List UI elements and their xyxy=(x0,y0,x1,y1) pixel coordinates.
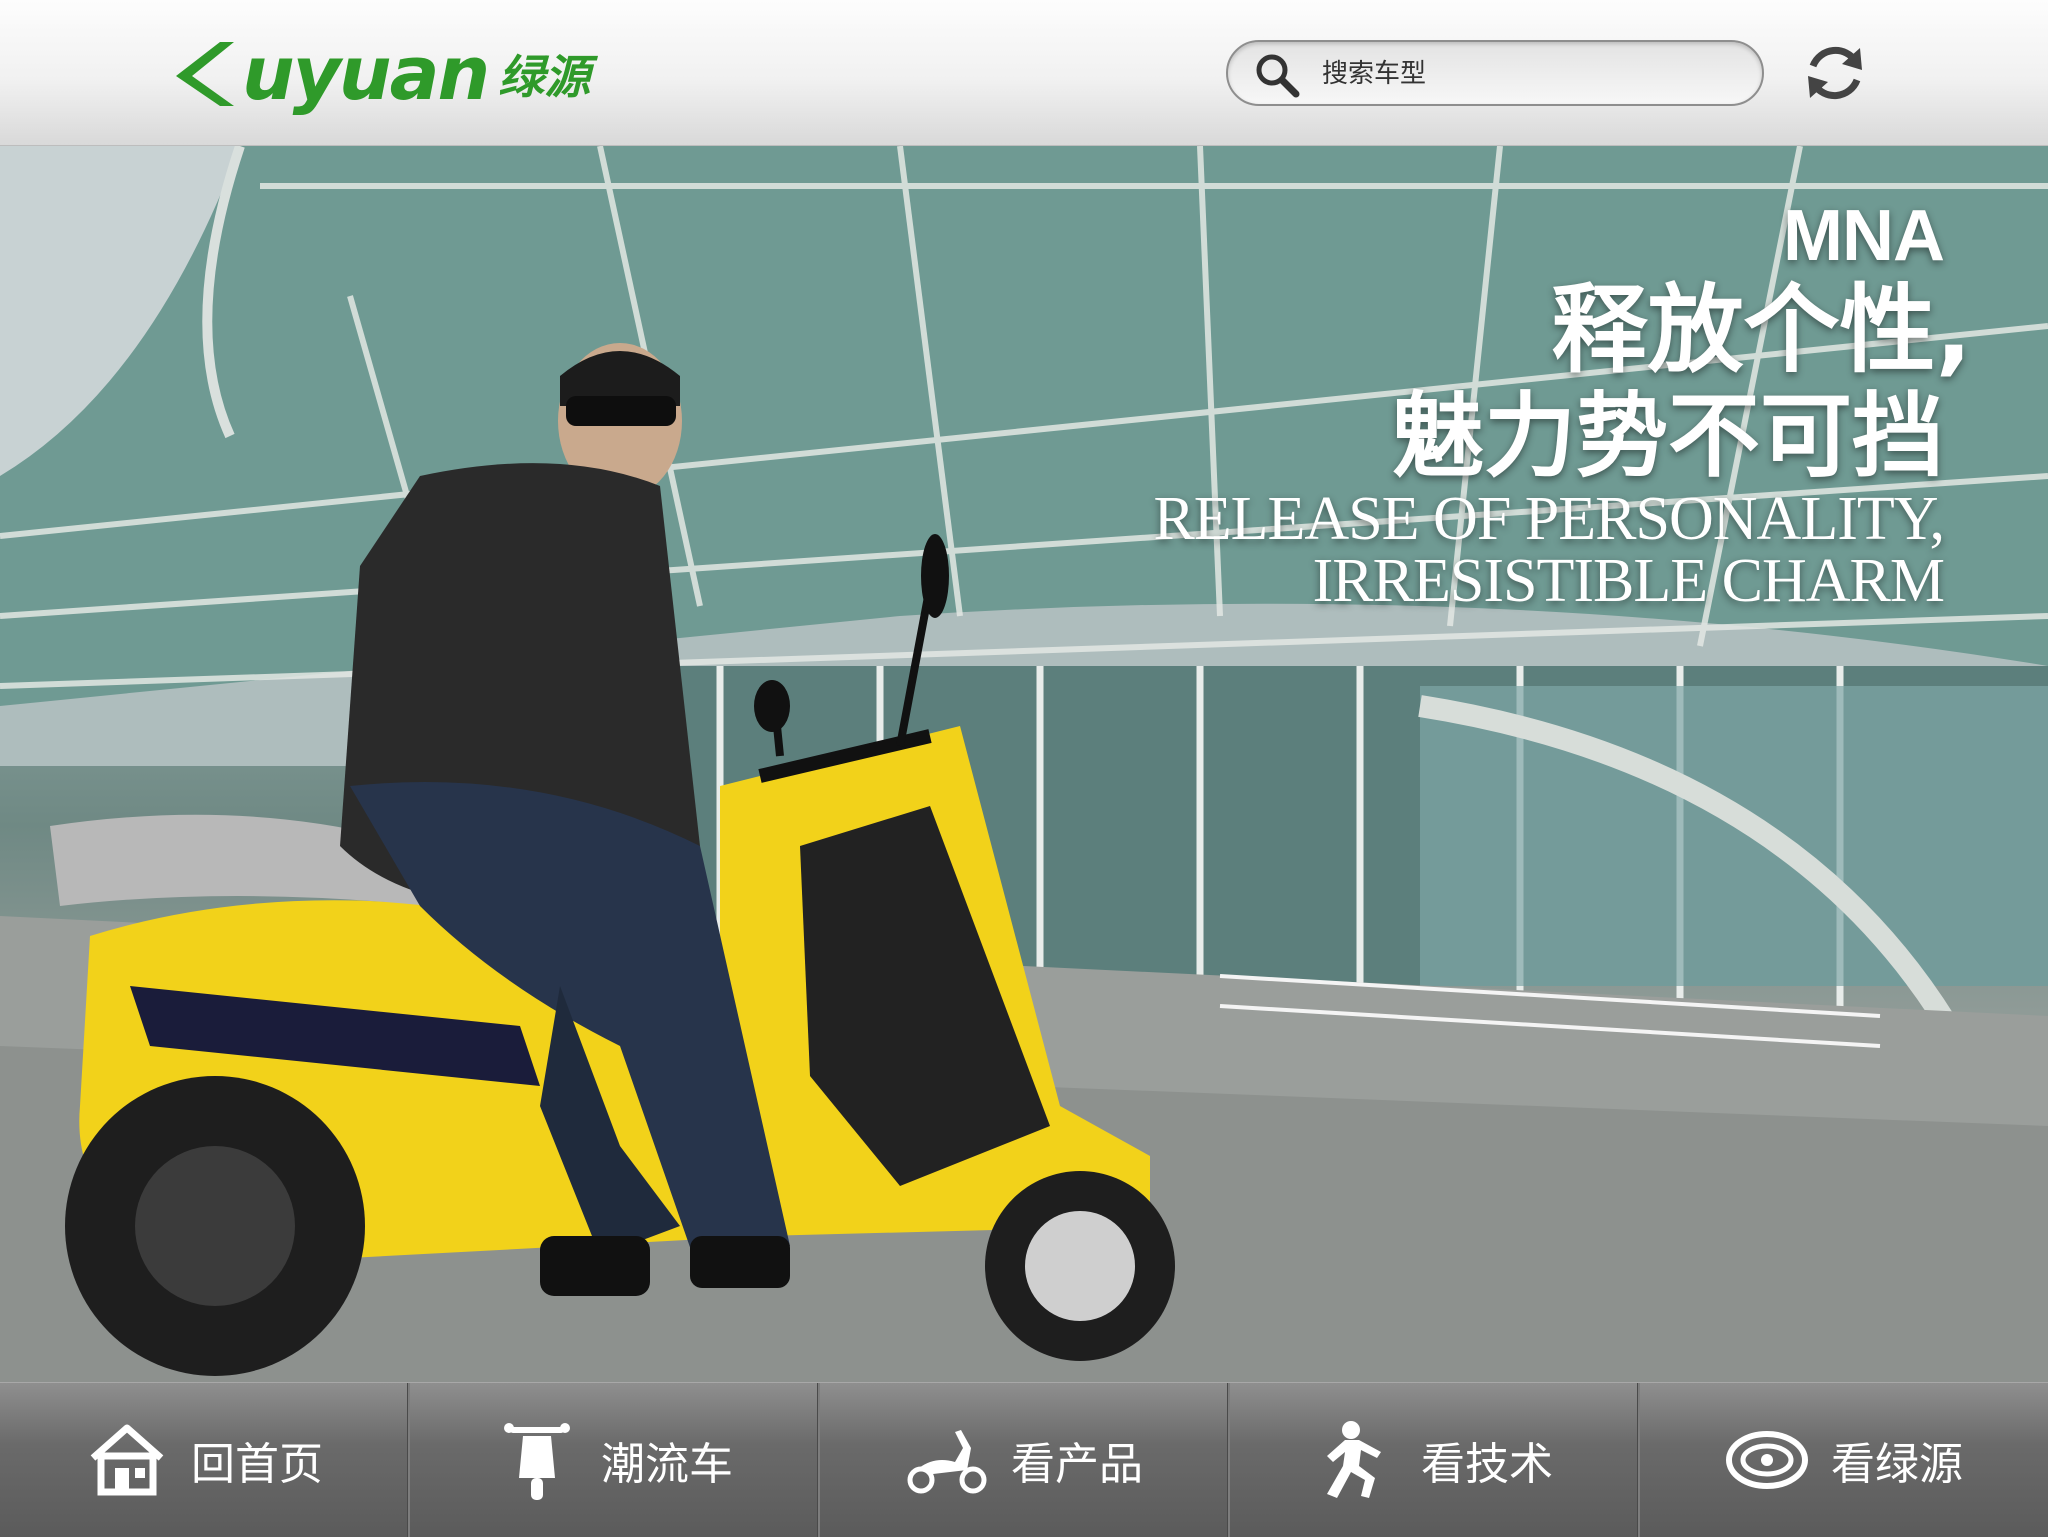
search-icon[interactable] xyxy=(1252,50,1302,100)
home-icon xyxy=(90,1424,164,1496)
nav-products-label: 看产品 xyxy=(1011,1439,1143,1490)
hero-model-name: MNA xyxy=(1783,196,1945,276)
search-input[interactable] xyxy=(1320,52,1744,96)
refresh-icon[interactable] xyxy=(1800,38,1870,108)
search-box[interactable] xyxy=(1226,40,1764,106)
scooter-side-icon xyxy=(907,1430,987,1494)
logo-arrow-icon xyxy=(176,42,234,106)
nav-home[interactable]: 回首页 xyxy=(0,1383,410,1537)
nav-trend-label: 潮流车 xyxy=(601,1439,733,1490)
nav-technology-label: 看技术 xyxy=(1421,1439,1553,1490)
hero-headline-en-line1: RELEASE OF PERSONALITY, xyxy=(1153,485,1945,553)
nav-about-label: 看绿源 xyxy=(1831,1439,1963,1490)
logo-wordmark: uyuan xyxy=(242,31,490,117)
app-header: uyuan 绿源 xyxy=(0,0,2048,146)
scooter-front-icon xyxy=(504,1423,570,1500)
nav-products[interactable]: 看产品 xyxy=(820,1383,1230,1537)
bottom-nav: 回首页 潮流车 看产品 看技术 看绿源 xyxy=(0,1382,2048,1537)
hero-headline-cn-line1: 释放个性, xyxy=(1551,274,1972,386)
nav-technology[interactable]: 看技术 xyxy=(1230,1383,1640,1537)
brand-icon xyxy=(1726,1431,1808,1489)
hero-slogan: MNA 释放个性, 魅力势不可挡 RELEASE OF PERSONALITY,… xyxy=(1153,196,1972,615)
nav-about[interactable]: 看绿源 xyxy=(1640,1383,2048,1537)
hero-headline-cn-line2: 魅力势不可挡 xyxy=(1391,382,1944,490)
logo-chinese: 绿源 xyxy=(498,50,591,104)
hero-banner[interactable]: MNA 释放个性, 魅力势不可挡 RELEASE OF PERSONALITY,… xyxy=(0,146,2048,1382)
nav-home-label: 回首页 xyxy=(191,1439,323,1490)
brand-logo[interactable]: uyuan 绿源 xyxy=(172,26,590,122)
nav-trend[interactable]: 潮流车 xyxy=(410,1383,820,1537)
hero-headline-en-line2: IRRESISTIBLE CHARM xyxy=(1312,547,1945,615)
runner-icon xyxy=(1327,1421,1381,1498)
